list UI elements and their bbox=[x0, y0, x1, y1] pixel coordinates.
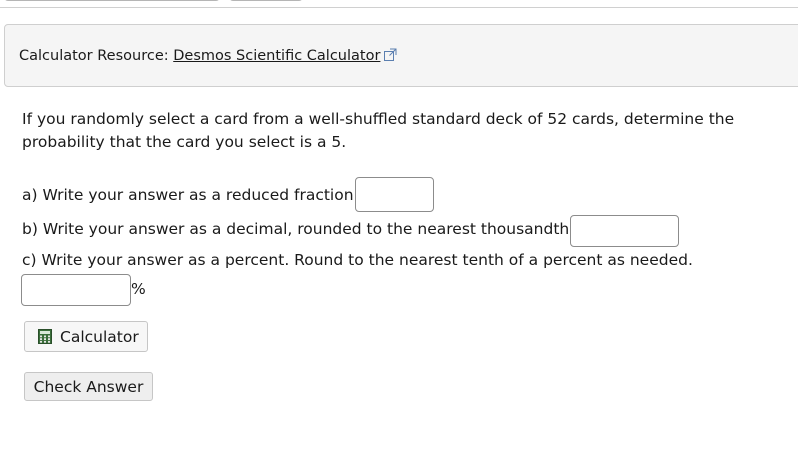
top-divider bbox=[0, 7, 798, 8]
resource-prefix: Calculator Resource: bbox=[19, 48, 174, 64]
calculator-icon bbox=[38, 329, 52, 344]
percent-suffix: % bbox=[131, 280, 146, 298]
part-b-label: b) Write your answer as a decimal, round… bbox=[22, 220, 575, 238]
desmos-calculator-link[interactable]: Desmos Scientific Calculator bbox=[173, 48, 380, 64]
check-answer-label: Check Answer bbox=[33, 377, 144, 396]
part-b-answer-input[interactable] bbox=[570, 215, 679, 247]
calculator-button[interactable]: Calculator bbox=[24, 321, 148, 352]
part-c-label: c) Write your answer as a percent. Round… bbox=[22, 251, 693, 269]
top-button-group[interactable] bbox=[229, 0, 303, 1]
calculator-resource-line: Calculator Resource: Desmos Scientific C… bbox=[19, 48, 397, 65]
external-link-icon[interactable] bbox=[384, 48, 397, 65]
question-text: If you randomly select a card from a wel… bbox=[22, 110, 735, 151]
top-input-field[interactable] bbox=[4, 0, 220, 1]
part-a-answer-input[interactable] bbox=[355, 177, 434, 212]
calculator-button-label: Calculator bbox=[60, 327, 139, 346]
part-a-label: a) Write your answer as a reduced fracti… bbox=[22, 186, 359, 204]
check-answer-button[interactable]: Check Answer bbox=[24, 372, 153, 401]
part-c-answer-input[interactable] bbox=[21, 274, 131, 306]
calculator-resource-box: Calculator Resource: Desmos Scientific C… bbox=[4, 24, 798, 87]
page: Calculator Resource: Desmos Scientific C… bbox=[0, 0, 798, 454]
